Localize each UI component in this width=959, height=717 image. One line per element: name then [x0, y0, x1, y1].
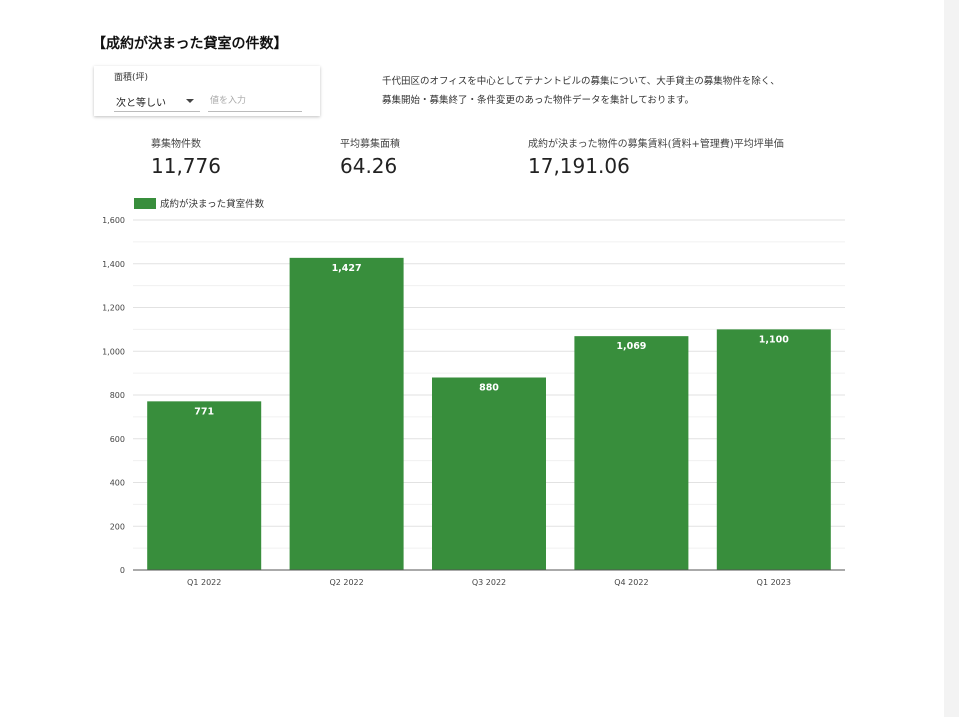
bar: [716, 329, 831, 570]
bar: [432, 377, 546, 570]
bar-value-label: 880: [479, 383, 499, 394]
y-tick-label: 1,200: [102, 304, 125, 313]
y-tick-label: 1,000: [102, 347, 125, 356]
y-tick-label: 200: [110, 522, 125, 531]
bar: [147, 401, 262, 570]
y-tick-label: 0: [120, 566, 125, 575]
y-tick-label: 1,400: [102, 260, 125, 269]
bar: [289, 257, 404, 570]
x-tick-label: Q3 2022: [472, 578, 506, 587]
bar-value-label: 771: [194, 406, 214, 417]
x-tick-label: Q1 2022: [187, 578, 221, 587]
x-tick-label: Q1 2023: [757, 578, 791, 587]
bar-chart: 0 200 400 600 800 1,000 1,200 1,400 1,600 771 Q1 2…: [102, 216, 845, 587]
y-tick-label: 400: [110, 479, 125, 488]
y-tick-label: 800: [110, 391, 125, 400]
bar-value-label: 1,427: [332, 263, 362, 274]
x-tick-label: Q2 2022: [329, 578, 363, 587]
bar-value-label: 1,100: [759, 334, 789, 345]
bar: [574, 336, 689, 570]
x-tick-label: Q4 2022: [614, 578, 648, 587]
bar-value-label: 1,069: [616, 341, 646, 352]
y-tick-label: 1,600: [102, 216, 125, 225]
y-tick-label: 600: [110, 435, 125, 444]
